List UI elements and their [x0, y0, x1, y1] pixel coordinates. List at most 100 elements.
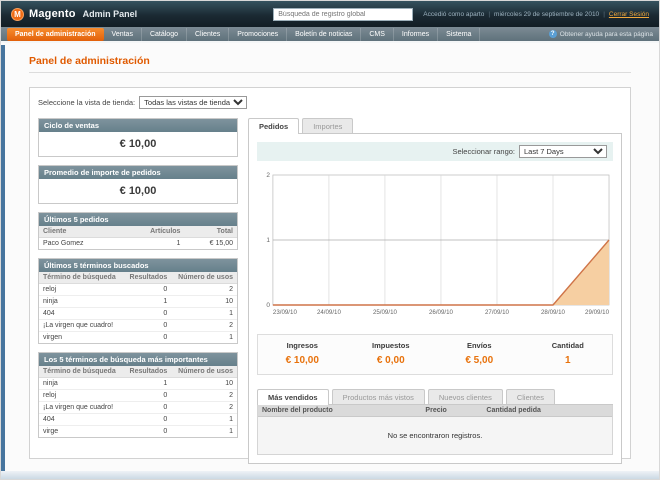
last-search-terms-title: Últimos 5 términos buscados: [39, 259, 237, 272]
svg-text:0: 0: [266, 302, 270, 309]
column-header: Precio: [421, 405, 483, 417]
svg-text:25/09/10: 25/09/10: [373, 309, 398, 316]
global-search-input[interactable]: [273, 7, 414, 21]
last-search-terms-box: Últimos 5 términos buscados Término de b…: [38, 258, 238, 344]
last-orders-box: Últimos 5 pedidos Cliente Artículos Total P…: [38, 212, 238, 250]
tab-clientes[interactable]: Clientes: [505, 389, 555, 404]
bestsellers-table: Nombre del producto Precio Cantidad pedida…: [258, 405, 612, 454]
dashboard-left-column: Ciclo de ventas € 10,00 Promedio de impo…: [38, 118, 238, 464]
tab-nuevos-clientes[interactable]: Nuevos clientes: [427, 389, 503, 404]
store-view-label: Seleccione la vista de tienda:: [38, 98, 136, 107]
total-envíos: Envíos € 5,00: [435, 341, 524, 368]
table-row[interactable]: ¡La virgen que cuadro! 0 2: [39, 401, 237, 414]
total-value: € 5,00: [465, 355, 494, 366]
table-row[interactable]: reloj 0 2: [39, 389, 237, 402]
help-icon: ?: [548, 30, 557, 38]
svg-text:26/09/10: 26/09/10: [429, 309, 454, 316]
nav-item-clientes[interactable]: Clientes: [187, 27, 230, 41]
store-view-select[interactable]: Todas las vistas de tienda: [139, 96, 248, 109]
tab-m-s-vendidos[interactable]: Más vendidos: [257, 389, 329, 405]
separator: |: [488, 10, 491, 18]
orders-chart: 0 1 2 23/09/10 24/09/10 25/09/10 26/09/10 27/09…: [257, 169, 613, 324]
total-label: Ingresos: [286, 341, 318, 350]
store-view-switcher: Seleccione la vista de tienda: Todas las…: [38, 96, 622, 109]
table-row[interactable]: ninja 1 10: [39, 295, 237, 308]
orders-area-chart: 0 1 2 23/09/10 24/09/10 25/09/10 26/09/10 27/09…: [266, 172, 610, 316]
page-title: Panel de administración: [29, 55, 631, 73]
separator: |: [603, 10, 605, 18]
total-impuestos: Impuestos € 0,00: [347, 341, 436, 368]
top-search-terms-box: Los 5 términos de búsqueda más important…: [38, 352, 238, 438]
tab-productos-m-s-vistos[interactable]: Productos más vistos: [331, 389, 425, 404]
svg-text:29/09/10: 29/09/10: [585, 309, 610, 316]
diagram-panel: Seleccionar rango: Last 7 Days 0 1 2 23/09/…: [248, 134, 622, 464]
bottom-edge-strip: [1, 471, 659, 479]
last-search-terms-table: Término de búsqueda Resultados Número de u…: [39, 272, 237, 343]
table-row[interactable]: Paco Gomez 1 € 15,00: [39, 237, 237, 249]
svg-text:27/09/10: 27/09/10: [485, 309, 510, 316]
total-label: Cantidad: [551, 341, 584, 350]
lifetime-sales-title: Ciclo de ventas: [39, 119, 237, 132]
svg-text:24/09/10: 24/09/10: [317, 309, 342, 316]
table-row[interactable]: 404 0 1: [39, 413, 237, 426]
average-orders-box: Promedio de importe de pedidos € 10,00: [38, 165, 238, 204]
tab-importes[interactable]: Importes: [302, 118, 354, 133]
last-orders-table: Cliente Artículos Total Paco Gomez 1 € 15,00: [39, 226, 237, 249]
svg-text:1: 1: [266, 237, 270, 244]
page-content: Panel de administración Seleccione la vi…: [1, 43, 659, 464]
logout-link[interactable]: Cerrar Sesión: [609, 11, 649, 18]
logged-in-as: Accedió como aparto: [423, 10, 485, 18]
nav-item-promociones[interactable]: Promociones: [229, 27, 288, 41]
nav-item-ventas[interactable]: Ventas: [104, 27, 142, 41]
nav-item-bolet-n-de-noticias[interactable]: Boletín de noticias: [287, 27, 362, 41]
total-value: € 0,00: [376, 355, 405, 366]
column-header: Cantidad pedida: [482, 405, 612, 417]
svg-text:28/09/10: 28/09/10: [541, 309, 566, 316]
table-row[interactable]: virgen 0 1: [39, 331, 237, 343]
help-label: Obtener ayuda para esta página: [559, 30, 653, 38]
range-selector-bar: Seleccionar rango: Last 7 Days: [257, 142, 613, 161]
total-ingresos: Ingresos € 10,00: [258, 341, 347, 368]
diagram-tabs: Pedidos Importes: [248, 118, 622, 134]
column-header: Término de búsqueda: [39, 272, 124, 284]
total-value: € 10,00: [285, 355, 319, 366]
nav-item-cms[interactable]: CMS: [361, 27, 394, 41]
nav-menu: Panel de administración Ventas Catálogo Cli…: [7, 27, 481, 41]
average-orders-title: Promedio de importe de pedidos: [39, 166, 237, 179]
session-info: Accedió como aparto | miércoles 29 de se…: [423, 11, 649, 18]
nav-item-cat-logo[interactable]: Catálogo: [142, 27, 187, 41]
bestsellers-grid: Nombre del producto Precio Cantidad pedida…: [257, 405, 613, 455]
nav-item-panel-de-administraci-n[interactable]: Panel de administración: [7, 27, 104, 41]
help-link[interactable]: ? Obtener ayuda para esta página: [548, 30, 653, 38]
magento-logo: M Magento Admin Panel: [11, 7, 137, 21]
table-row[interactable]: reloj 0 2: [39, 283, 237, 296]
header-bar: M Magento Admin Panel Accedió como apart…: [1, 1, 659, 27]
table-row[interactable]: virge 0 1: [39, 425, 237, 437]
brand-name: Magento: [29, 8, 76, 20]
column-header: Número de usos: [171, 272, 237, 284]
main-navigation: Panel de administración Ventas Catálogo Cli…: [1, 27, 659, 43]
table-row[interactable]: ninja 1 10: [39, 377, 237, 390]
total-label: Impuestos: [371, 341, 410, 350]
nav-item-informes[interactable]: Informes: [394, 27, 439, 41]
no-records-message: No se encontraron registros.: [258, 416, 612, 454]
svg-text:2: 2: [266, 172, 270, 179]
totals-strip: Ingresos € 10,00 Impuestos € 0,00 Envíos € 5,…: [257, 334, 613, 375]
table-row[interactable]: ¡La virgen que cuadro! 0 2: [39, 319, 237, 332]
total-cantidad: Cantidad 1: [524, 341, 613, 368]
top-search-terms-title: Los 5 términos de búsqueda más important…: [39, 353, 237, 366]
column-header: Nombre del producto: [258, 405, 422, 417]
magento-admin-window: M Magento Admin Panel Accedió como apart…: [0, 0, 660, 480]
column-header: Artículos: [120, 226, 185, 238]
range-select[interactable]: Last 7 Days: [519, 145, 607, 158]
column-header: Resultados: [123, 366, 172, 378]
tab-pedidos[interactable]: Pedidos: [248, 118, 300, 134]
magento-logo-icon: M: [11, 7, 24, 21]
column-header: Cliente: [39, 226, 121, 238]
nav-item-sistema[interactable]: Sistema: [438, 27, 481, 41]
average-orders-value: € 10,00: [119, 185, 157, 197]
empty-row: No se encontraron registros.: [258, 416, 612, 454]
total-label: Envíos: [466, 341, 492, 350]
column-header: Término de búsqueda: [39, 366, 124, 378]
table-row[interactable]: 404 0 1: [39, 307, 237, 320]
